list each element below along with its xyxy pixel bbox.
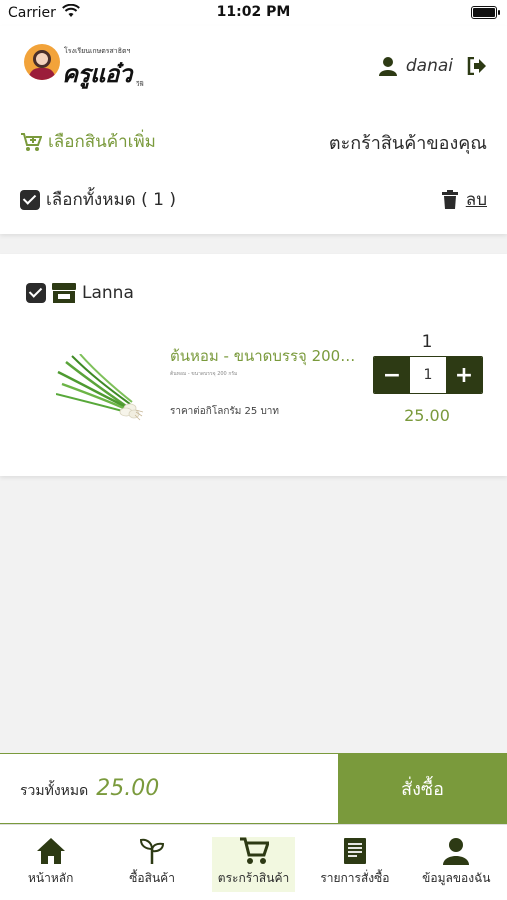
tab-profile[interactable]: ข้อมูลของฉัน — [406, 825, 507, 900]
selection-row: เลือกทั้งหมด ( 1 ) ลบ — [20, 186, 487, 212]
user-area: danai — [378, 54, 487, 78]
cart-toolbar-row: เลือกสินค้าเพิ่ม ตะกร้าสินค้าของคุณ — [20, 128, 487, 154]
clock: 11:02 PM — [216, 4, 291, 20]
place-order-button[interactable]: สั่งซื้อ — [338, 754, 507, 823]
status-bar: Carrier 11:02 PM — [0, 0, 507, 26]
home-icon — [35, 837, 67, 865]
user-icon — [378, 57, 397, 76]
logo-sub: วีฟี — [136, 81, 144, 88]
tab-cart-label: ตระกร้าสินค้า — [217, 871, 290, 885]
add-more-label: เลือกสินค้าเพิ่ม — [48, 132, 156, 152]
check-icon — [20, 189, 40, 210]
tab-home[interactable]: หน้าหลัก — [0, 825, 101, 900]
delete-button[interactable]: ลบ — [441, 186, 487, 213]
quantity-label: 1 — [421, 332, 433, 352]
cart-shop-card: Lanna ต้นหอม - ขนาดบรรจุ 200 กรัม ต้นหอม… — [0, 254, 507, 476]
receipt-icon — [339, 837, 371, 865]
store-icon — [52, 283, 76, 303]
logout-icon[interactable] — [467, 57, 487, 75]
total-amount: 25.00 — [96, 776, 160, 801]
app-logo[interactable]: โรงเรียนเกษตรสาธิตฯ ครูแอ๋ว วีฟี — [24, 42, 148, 88]
cart-header: โรงเรียนเกษตรสาธิตฯ ครูแอ๋ว วีฟี danai เ… — [0, 26, 507, 234]
cart-icon — [238, 837, 270, 865]
product-description: ต้นหอม - ขนาดบรรจุ 200 กรัม — [170, 371, 238, 377]
page-title: ตะกร้าสินค้าของคุณ — [328, 133, 487, 154]
grand-total: รวมทั้งหมด 25.00 — [20, 776, 159, 802]
line-total: 25.00 — [404, 406, 450, 425]
bottom-tab-bar: หน้าหลัก ซื้อสินค้า ตระกร้าสินค้า รายการ… — [0, 824, 507, 900]
tab-shop-label: ซื้อสินค้า — [129, 871, 175, 885]
increase-quantity-button[interactable]: + — [446, 357, 482, 393]
cart-plus-icon — [21, 132, 42, 151]
username[interactable]: danai — [406, 56, 453, 76]
trash-icon — [441, 190, 458, 209]
quantity-stepper: − + — [373, 356, 483, 394]
shop-checkbox-icon[interactable] — [26, 283, 46, 303]
select-all-checkbox[interactable]: เลือกทั้งหมด ( 1 ) — [20, 186, 176, 213]
sprout-icon — [136, 837, 168, 865]
tab-orders[interactable]: รายการสั่งซื้อ — [304, 825, 405, 900]
profile-icon — [440, 837, 472, 865]
teacher-avatar — [24, 44, 60, 80]
logo-brand: ครูแอ๋ว — [62, 59, 132, 88]
tab-orders-label: รายการสั่งซื้อ — [320, 871, 390, 885]
tab-home-label: หน้าหลัก — [28, 871, 74, 885]
quantity-input[interactable] — [410, 357, 446, 393]
add-more-products-link[interactable]: เลือกสินค้าเพิ่ม — [20, 128, 156, 155]
product-image[interactable] — [56, 354, 144, 424]
shop-name: Lanna — [82, 283, 134, 303]
tab-cart[interactable]: ตระกร้าสินค้า — [203, 825, 304, 900]
decrease-quantity-button[interactable]: − — [374, 357, 410, 393]
product-name[interactable]: ต้นหอม - ขนาดบรรจุ 200 กรัม — [170, 344, 356, 368]
select-all-label: เลือกทั้งหมด ( 1 ) — [46, 190, 176, 210]
total-label: รวมทั้งหมด — [20, 783, 89, 799]
battery-icon — [471, 6, 500, 19]
checkout-bar: รวมทั้งหมด 25.00 สั่งซื้อ — [0, 753, 507, 824]
shop-row[interactable]: Lanna — [26, 283, 134, 303]
tab-shop[interactable]: ซื้อสินค้า — [101, 825, 202, 900]
product-unit-price: ราคาต่อกิโลกรัม 25 บาท — [170, 406, 279, 417]
tab-profile-label: ข้อมูลของฉัน — [422, 871, 491, 885]
delete-label: ลบ — [465, 190, 487, 210]
